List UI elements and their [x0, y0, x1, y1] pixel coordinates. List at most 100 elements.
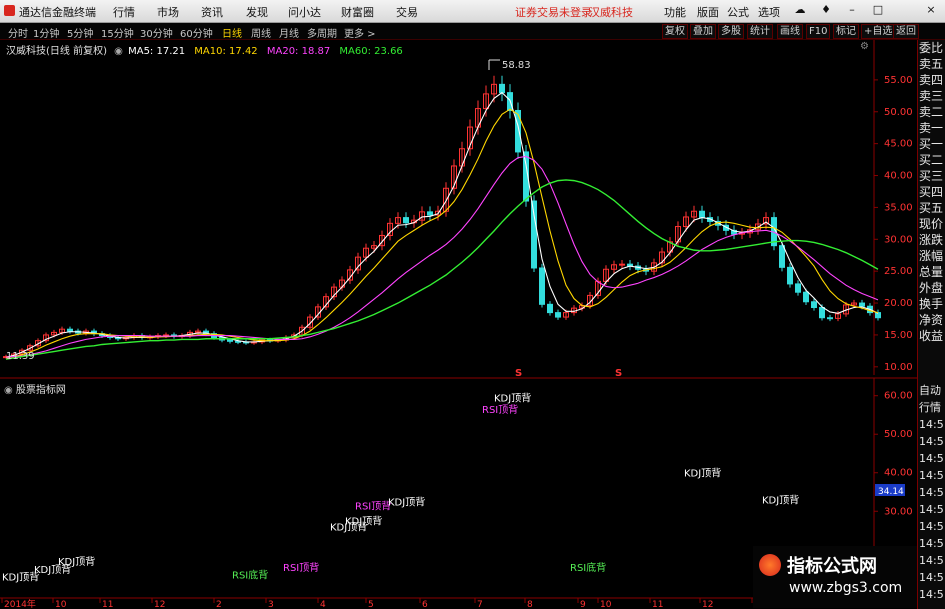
menu-ask[interactable]: 问小达	[288, 4, 321, 20]
sidebar-item[interactable]: 净资	[919, 314, 945, 327]
restore-rights-button[interactable]: 复权	[662, 24, 688, 39]
period-daily[interactable]: 日线	[222, 25, 242, 40]
menu-discover[interactable]: 发现	[246, 4, 268, 20]
date-axis-label: 12	[154, 600, 165, 609]
draw-line-button[interactable]: 画线	[777, 24, 803, 39]
sidebar-item[interactable]: 现价	[919, 218, 945, 231]
sidebar-item[interactable]: 外盘	[919, 282, 945, 295]
f10-button[interactable]: F10	[806, 24, 831, 39]
menu-trade[interactable]: 交易	[396, 4, 418, 20]
site-watermark: 指标公式网 www.zbgs3.com	[753, 546, 917, 608]
add-watchlist-button[interactable]: +自选	[861, 24, 896, 39]
minimize-icon[interactable]: –	[844, 3, 860, 17]
period-1min[interactable]: 1分钟	[33, 25, 59, 40]
sidebar-item[interactable]: 买四	[919, 186, 945, 199]
period-multi[interactable]: 多周期	[307, 25, 337, 40]
sidebar-item[interactable]: 卖三	[919, 90, 945, 103]
candle-body	[819, 307, 825, 319]
watermark-url: www.zbgs3.com	[789, 580, 903, 596]
date-axis-label: 7	[477, 600, 483, 609]
sidebar-item[interactable]: 买二	[919, 154, 945, 167]
sidebar-item[interactable]: 卖一	[919, 122, 945, 135]
back-button[interactable]: 返回	[893, 24, 919, 39]
menu-market[interactable]: 市场	[157, 4, 179, 20]
candle-body	[555, 312, 561, 318]
menu-quotes[interactable]: 行情	[113, 4, 135, 20]
sidebar-item[interactable]: 卖二	[919, 106, 945, 119]
login-notice[interactable]: 证券交易未登录	[515, 4, 592, 20]
period-30min[interactable]: 30分钟	[140, 25, 173, 40]
sidebar-item[interactable]: 卖四	[919, 74, 945, 87]
price-axis-label: 50.00	[884, 107, 913, 118]
sidebar-item[interactable]: 涨幅	[919, 250, 945, 263]
period-15min[interactable]: 15分钟	[101, 25, 134, 40]
price-axis-label: 30.00	[884, 234, 913, 245]
sidebar-item[interactable]: 收益	[919, 330, 945, 343]
date-axis-label: 10	[55, 600, 67, 609]
indicator-axis-label: 40.00	[884, 468, 913, 479]
app-title: 通达信金融终端	[19, 6, 96, 19]
divergence-signal-label: RSI顶背	[355, 499, 391, 512]
stock-name-title: 汉威科技	[589, 6, 633, 19]
sidebar-time-item[interactable]: 行情	[919, 401, 945, 414]
sidebar-item[interactable]: 买一	[919, 138, 945, 151]
sidebar-item[interactable]: 总量	[919, 266, 945, 279]
menu-fortune-circle[interactable]: 财富圈	[341, 4, 374, 20]
divergence-signal-label: KDJ顶背	[58, 555, 95, 568]
tool-formula[interactable]: 公式	[727, 4, 749, 20]
multi-stock-button[interactable]: 多股	[718, 24, 744, 39]
candle-body	[227, 339, 233, 342]
period-monthly[interactable]: 月线	[279, 25, 299, 40]
indicator-settings-icon[interactable]: ◉	[4, 385, 13, 396]
close-icon[interactable]: ×	[923, 3, 939, 17]
overlay-button[interactable]: 叠加	[690, 24, 716, 39]
sidebar-item[interactable]: 买五	[919, 202, 945, 215]
period-more[interactable]: 更多 >	[344, 25, 376, 40]
sidebar-time-item: 14:5	[919, 469, 944, 482]
sidebar-item[interactable]: 换手	[919, 298, 945, 311]
main-chart-header: 汉威科技(日线 前复权) ◉ MA5: 17.21 MA10: 17.42 MA…	[6, 42, 403, 57]
chart-area[interactable]: 10.00 15.00 20.00 25.00 30.00 35.00 40.00 45.00…	[0, 40, 917, 609]
settings-gear-icon[interactable]: ⚙	[860, 41, 869, 52]
period-5min[interactable]: 5分钟	[67, 25, 93, 40]
sidebar-item[interactable]: 买三	[919, 170, 945, 183]
period-60min[interactable]: 60分钟	[180, 25, 213, 40]
high-price-label: 58.83	[502, 60, 531, 71]
cloud-icon[interactable]: ☁	[792, 3, 808, 17]
period-weekly[interactable]: 周线	[251, 25, 271, 40]
candle-body	[787, 266, 793, 285]
menu-news[interactable]: 资讯	[201, 4, 223, 20]
tool-layout[interactable]: 版面	[697, 4, 719, 20]
sidebar-item[interactable]: 涨跌	[919, 234, 945, 247]
sidebar-item[interactable]: 卖五	[919, 58, 945, 71]
mark-button[interactable]: 标记	[833, 24, 859, 39]
indicator-axis-label: 50.00	[884, 429, 913, 440]
sidebar-time-item: 14:5	[919, 571, 944, 584]
period-intraday[interactable]: 分时	[8, 25, 28, 40]
tool-options[interactable]: 选项	[758, 4, 780, 20]
date-axis-label: 11	[652, 600, 663, 609]
candle-body	[403, 217, 409, 224]
candle-body	[547, 303, 553, 314]
divergence-signal-label: KDJ顶背	[345, 515, 382, 528]
sidebar-item[interactable]: 委比	[919, 42, 945, 55]
tool-functions[interactable]: 功能	[664, 4, 686, 20]
sidebar-time-item: 14:5	[919, 554, 944, 567]
statistics-button[interactable]: 统计	[747, 24, 773, 39]
sidebar-time-item: 14:5	[919, 537, 944, 550]
sidebar-time-item[interactable]: 自动	[919, 384, 945, 397]
main-chart-title: 汉威科技(日线 前复权)	[6, 46, 107, 57]
sidebar-time-item: 14:5	[919, 418, 944, 431]
candle-body	[515, 109, 521, 153]
maximize-icon[interactable]: □	[870, 3, 886, 17]
indicator-axis-label: 30.00	[884, 506, 913, 517]
skin-icon[interactable]: ♦	[818, 3, 834, 17]
candle-body	[875, 312, 881, 319]
sidebar-time-item: 14:5	[919, 435, 944, 448]
collapse-icon[interactable]: ◉	[114, 46, 123, 57]
watermark-title: 指标公式网	[787, 556, 877, 577]
date-axis-label: 12	[702, 600, 713, 609]
candle-body	[499, 83, 505, 94]
date-axis-label: 9	[580, 600, 586, 609]
price-axis-label: 10.00	[884, 362, 913, 373]
